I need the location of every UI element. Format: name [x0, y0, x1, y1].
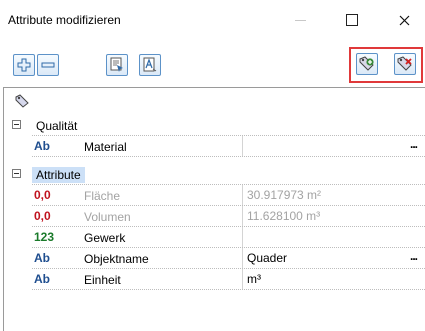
tag-delete-icon [397, 56, 412, 71]
delete-tag-button[interactable] [394, 53, 416, 75]
minimize-icon [294, 19, 306, 21]
text-attribute-button[interactable] [139, 54, 161, 76]
text-type-icon: Ab [34, 251, 50, 265]
close-button[interactable] [387, 6, 421, 34]
tag-icon [15, 94, 29, 108]
add-tag-button[interactable] [356, 53, 378, 75]
property-name: Gewerk [84, 231, 126, 245]
ellipsis-button[interactable]: ... [410, 249, 418, 263]
integer-type-icon: 123 [34, 230, 55, 244]
property-name: Volumen [84, 210, 131, 224]
property-row-einheit[interactable]: Ab Einheit m³ [4, 269, 425, 290]
property-value[interactable]: Quader [247, 251, 287, 265]
property-row-flaeche[interactable]: 0,0 Fläche 30.917973 m² [4, 185, 425, 206]
property-value: 30.917973 m² [247, 188, 322, 202]
group-attribute[interactable]: Attribute [4, 164, 425, 185]
pick-attribute-button[interactable] [106, 54, 128, 76]
ellipsis-button[interactable]: ... [410, 137, 418, 151]
property-name: Fläche [84, 189, 121, 203]
remove-attribute-button[interactable] [37, 54, 59, 76]
minimize-button[interactable] [283, 6, 317, 34]
close-icon [399, 15, 409, 25]
maximize-button[interactable] [335, 6, 369, 34]
property-value: 11.628100 m³ [247, 209, 321, 223]
property-row-material[interactable]: Ab Material ... [4, 136, 425, 157]
maximize-icon [346, 14, 358, 26]
text-type-icon: Ab [34, 139, 50, 153]
text-icon [143, 57, 157, 72]
property-value[interactable]: m³ [247, 272, 261, 286]
group-qualitaet[interactable]: Qualität [4, 115, 425, 136]
group-label: Qualität [36, 119, 78, 133]
property-name: Einheit [84, 273, 121, 287]
decimal-type-icon: 0,0 [34, 209, 51, 223]
property-row-objektname[interactable]: Ab Objektname Quader ... [4, 248, 425, 269]
pick-icon [110, 57, 123, 72]
tag-add-icon [359, 56, 374, 71]
collapse-toggle[interactable] [12, 169, 21, 178]
group-label: Attribute [32, 167, 85, 183]
text-type-icon: Ab [34, 272, 50, 286]
property-name: Objektname [84, 252, 149, 266]
window-title: Attribute modifizieren [8, 13, 121, 27]
property-row-volumen[interactable]: 0,0 Volumen 11.628100 m³ [4, 206, 425, 227]
minus-icon [41, 62, 55, 68]
add-attribute-button[interactable] [13, 54, 35, 76]
collapse-toggle[interactable] [12, 120, 21, 129]
property-name: Material [84, 140, 127, 154]
title-bar: Attribute modifizieren [0, 0, 425, 40]
decimal-type-icon: 0,0 [34, 188, 51, 202]
property-row-gewerk[interactable]: 123 Gewerk [4, 227, 425, 248]
plus-icon [17, 58, 31, 72]
property-grid: Qualität Ab Material ... Attribute 0,0 F… [3, 87, 425, 331]
